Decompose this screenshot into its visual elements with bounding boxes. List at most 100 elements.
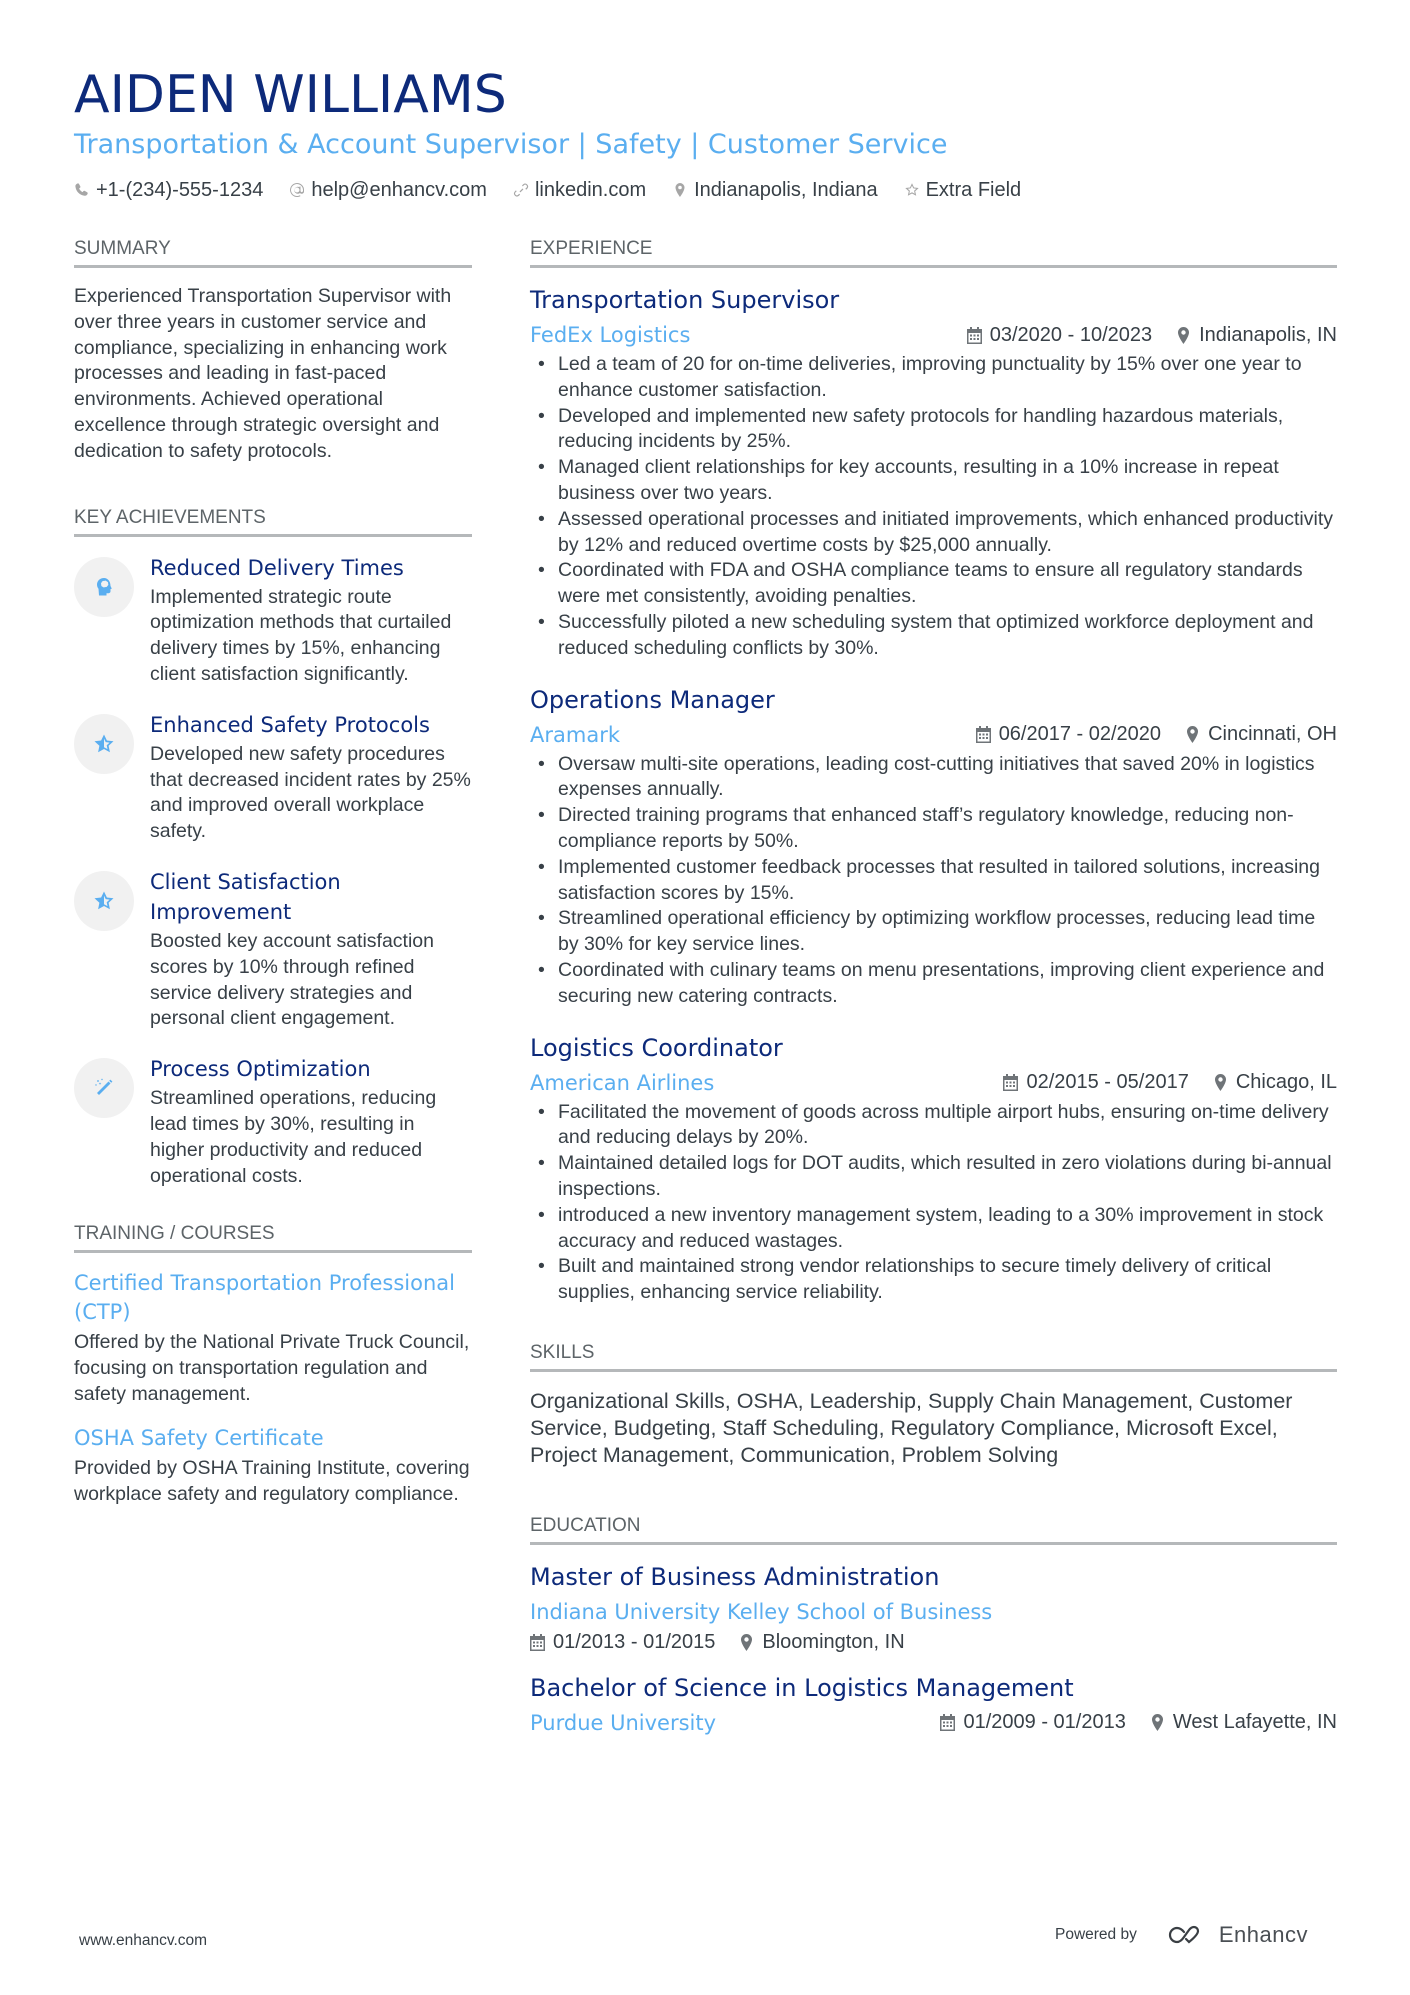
company-name: Aramark (530, 722, 620, 747)
education-dates-text: 01/2013 - 01/2015 (553, 1630, 716, 1653)
calendar-icon (975, 726, 991, 744)
course-title: OSHA Safety Certificate (74, 1425, 324, 1450)
footer-website[interactable]: www.enhancv.com (79, 1932, 207, 1950)
contact-phone: +1-(234)-555-1234 (74, 176, 263, 204)
section-divider (530, 1541, 1337, 1545)
degree-title: Bachelor of Science in Logistics Managem… (530, 1673, 1074, 1702)
location-icon (1178, 326, 1190, 344)
education-location-text: Bloomington, IN (762, 1630, 905, 1653)
job-dates-text: 06/2017 - 02/2020 (998, 723, 1162, 746)
section-divider (74, 533, 472, 537)
job-entry: Operations Manager Aramark 06/2017 - 02/… (530, 684, 1337, 1010)
course-item: Certified Transportation Professional (C… (74, 1269, 472, 1407)
bullet-item: Led a team of 20 for on-time deliveries,… (530, 352, 1337, 404)
company-name: FedEx Logistics (530, 323, 691, 347)
bullet-item: Coordinated with culinary teams on menu … (530, 958, 1337, 1010)
education-heading: EDUCATION (530, 1514, 641, 1536)
calendar-icon (940, 1714, 956, 1732)
at-icon (290, 183, 305, 197)
training-heading: TRAINING / COURSES (74, 1223, 275, 1245)
summary-text: Experienced Transportation Supervisor wi… (74, 285, 452, 462)
footer-branding: Powered by Enhancv (1055, 1922, 1308, 1948)
job-location: Cincinnati, OH (1185, 723, 1337, 746)
location-icon (1214, 1074, 1226, 1092)
section-divider (530, 265, 1337, 268)
job-bullets: Oversaw multi-site operations, leading c… (530, 752, 1337, 1010)
contact-location-text: Indianapolis, Indiana (694, 179, 878, 201)
job-location-text: Cincinnati, OH (1208, 723, 1337, 746)
calendar-icon (530, 1633, 545, 1651)
brand-name: Enhancv (1218, 1922, 1308, 1947)
job-dates: 06/2017 - 02/2020 (975, 723, 1162, 746)
achievement-title: Client Satisfaction Improvement (150, 869, 341, 924)
job-dates-text: 02/2015 - 05/2017 (1026, 1071, 1189, 1094)
star-icon (904, 183, 919, 196)
bullet-item: Maintained detailed logs for DOT audits,… (530, 1151, 1337, 1203)
achievement-title: Process Optimization (150, 1057, 371, 1082)
contact-linkedin[interactable]: linkedin.com (513, 176, 646, 204)
contact-linkedin-text: linkedin.com (534, 179, 647, 201)
phone-icon (75, 183, 88, 196)
achievement-item: Reduced Delivery Times Implemented strat… (74, 553, 472, 688)
skills-heading: SKILLS (530, 1341, 595, 1363)
achievement-description: Implemented strategic route optimization… (150, 585, 452, 685)
star-half-icon (94, 891, 114, 910)
skills-section: SKILLS Organizational Skills, OSHA, Lead… (530, 1340, 1337, 1469)
education-dates-text: 01/2009 - 01/2013 (963, 1711, 1126, 1734)
achievement-title: Reduced Delivery Times (150, 555, 404, 580)
education-location: Bloomington, IN (739, 1630, 905, 1654)
achievement-item: Enhanced Safety Protocols Developed new … (74, 710, 472, 845)
bullet-item: Built and maintained strong vendor relat… (530, 1254, 1337, 1306)
section-divider (74, 265, 472, 268)
bullet-item: Streamlined operational efficiency by op… (530, 906, 1337, 958)
job-location: Chicago, IL (1213, 1071, 1337, 1094)
job-entry: Transportation Supervisor FedEx Logistic… (530, 284, 1337, 662)
school-name: Purdue University (530, 1710, 717, 1735)
section-divider (74, 1250, 472, 1254)
bullet-item: Implemented customer feedback processes … (530, 855, 1337, 907)
contact-phone-text: +1-(234)-555-1234 (96, 179, 264, 201)
achievement-description: Developed new safety procedures that dec… (150, 742, 471, 843)
achievement-icon-badge (74, 870, 134, 931)
enhancv-logo-icon (1168, 1925, 1199, 1944)
bullet-item: Facilitated the movement of goods across… (530, 1100, 1337, 1152)
job-location: Indianapolis, IN (1176, 324, 1337, 347)
bullet-item: Assessed operational processes and initi… (530, 507, 1337, 559)
education-location-text: West Lafayette, IN (1172, 1711, 1337, 1734)
bullet-item: introduced a new inventory management sy… (530, 1203, 1337, 1255)
education-section: EDUCATION Master of Business Administrat… (530, 1513, 1337, 1738)
left-column: SUMMARY Experienced Transportation Super… (74, 236, 472, 1523)
job-title: Operations Manager (530, 685, 775, 714)
job-dates-text: 03/2020 - 10/2023 (989, 323, 1153, 346)
education-entry: Bachelor of Science in Logistics Managem… (530, 1672, 1337, 1738)
contact-email[interactable]: help@enhancv.com (289, 176, 487, 204)
education-entry: Master of Business Administration Indian… (530, 1561, 1337, 1654)
job-title: Logistics Coordinator (530, 1033, 783, 1062)
calendar-icon (966, 326, 982, 344)
summary-heading: SUMMARY (74, 238, 171, 259)
location-icon (675, 183, 685, 197)
job-location-text: Chicago, IL (1235, 1071, 1337, 1094)
bullet-item: Oversaw multi-site operations, leading c… (530, 752, 1337, 804)
achievement-title: Enhanced Safety Protocols (150, 712, 430, 737)
experience-section: EXPERIENCE Transportation Supervisor Fed… (530, 236, 1337, 1306)
star-half-icon (94, 734, 114, 753)
achievements-heading: KEY ACHIEVEMENTS (74, 506, 266, 528)
education-dates: 01/2013 - 01/2015 (530, 1631, 715, 1654)
job-title: Transportation Supervisor (530, 286, 840, 314)
course-item: OSHA Safety Certificate Provided by OSHA… (74, 1424, 472, 1508)
job-bullets: Led a team of 20 for on-time deliveries,… (530, 352, 1337, 662)
job-location-text: Indianapolis, IN (1199, 323, 1337, 346)
achievements-section: KEY ACHIEVEMENTS Reduced Delivery Times … (74, 505, 472, 1190)
link-icon (513, 183, 529, 197)
job-bullets: Facilitated the movement of goods across… (530, 1100, 1337, 1306)
contact-email-text: help@enhancv.com (311, 179, 487, 201)
candidate-title: Transportation & Account Supervisor | Sa… (74, 129, 948, 160)
brand-logo[interactable]: Enhancv (1163, 1922, 1308, 1948)
achievement-description: Boosted key account satisfaction scores … (150, 929, 434, 1030)
course-description: Provided by OSHA Training Institute, cov… (74, 1456, 470, 1505)
education-location: West Lafayette, IN (1150, 1711, 1337, 1734)
contact-bar: +1-(234)-555-1234 help@enhancv.com linke… (74, 176, 1344, 204)
achievement-icon-badge (74, 1058, 134, 1119)
candidate-name: AIDEN WILLIAMS (74, 65, 507, 125)
